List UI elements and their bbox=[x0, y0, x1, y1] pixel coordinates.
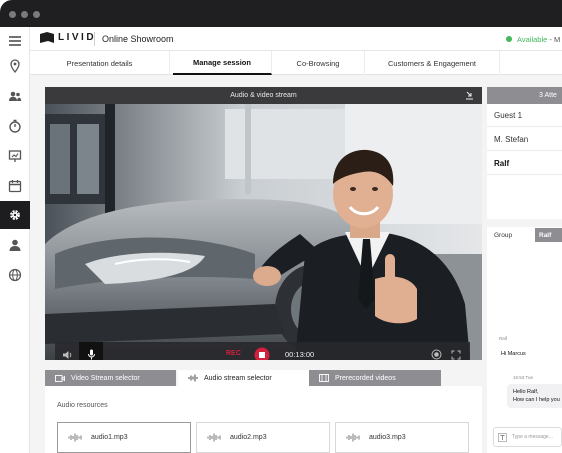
sidebar-item-timer[interactable] bbox=[0, 112, 30, 140]
video-panel-header: Audio & video stream bbox=[45, 87, 482, 104]
app-title: Online Showroom bbox=[102, 34, 174, 44]
recording-label: REC bbox=[226, 350, 241, 357]
livid-logo-icon bbox=[40, 32, 54, 43]
speaker-icon bbox=[62, 350, 71, 359]
message-time: 16:53 Tue bbox=[513, 375, 534, 380]
gear-icon bbox=[10, 210, 20, 220]
audio-wave-icon bbox=[188, 374, 198, 382]
chat-message-input[interactable]: Type a message... bbox=[493, 427, 562, 447]
audio-file-card[interactable]: audio3.mp3 bbox=[335, 422, 469, 453]
tab-label: Prerecorded videos bbox=[335, 374, 396, 382]
audio-resources-title: Audio resources bbox=[57, 402, 108, 409]
tab-manage-session[interactable]: Manage session bbox=[173, 51, 272, 75]
chat-tabs: Group Ralf bbox=[487, 228, 562, 242]
audio-wave-icon bbox=[346, 433, 360, 442]
brand-logo[interactable]: LIVID bbox=[40, 32, 96, 43]
title-divider bbox=[94, 32, 95, 46]
status-user: - M bbox=[549, 35, 561, 44]
top-bar: LIVID Online Showroom Available - M bbox=[30, 27, 562, 51]
chat-tab-ralf[interactable]: Ralf bbox=[535, 228, 562, 242]
attendee-item[interactable]: M. Stefan bbox=[487, 128, 562, 151]
status-label: Available bbox=[517, 35, 548, 44]
chat-message-incoming: Hi Marcus bbox=[495, 346, 562, 362]
record-icon bbox=[431, 349, 441, 360]
video-stream[interactable]: REC 00:13:00 bbox=[45, 104, 482, 360]
video-controls: REC 00:13:00 bbox=[55, 342, 470, 360]
audio-file-name: audio2.mp3 bbox=[230, 434, 267, 441]
chat-message-outgoing: Hello Ralf, How can I help you bbox=[507, 384, 562, 408]
minimize-icon[interactable] bbox=[465, 91, 474, 100]
location-pin-icon bbox=[10, 59, 20, 73]
timer-icon bbox=[9, 119, 21, 133]
brand-name: LIVID bbox=[58, 32, 97, 43]
sidebar-item-presentations[interactable] bbox=[0, 142, 30, 170]
record-button[interactable] bbox=[428, 342, 444, 360]
menu-icon bbox=[9, 36, 21, 46]
message-line: Hello Ralf, bbox=[513, 389, 539, 395]
window-titlebar bbox=[0, 0, 562, 27]
recording-timer: 00:13:00 bbox=[285, 350, 315, 359]
video-panel: Audio & video stream REC 00:13:00 bbox=[45, 87, 482, 360]
sidebar-item-language[interactable] bbox=[0, 261, 30, 289]
microphone-icon bbox=[87, 349, 95, 360]
tab-presentation-details[interactable]: Presentation details bbox=[30, 51, 170, 75]
video-icon bbox=[55, 374, 65, 382]
video-frame-image bbox=[45, 104, 482, 360]
tab-audio-stream-selector[interactable]: Audio stream selector bbox=[178, 370, 309, 386]
attendee-item[interactable]: Guest 1 bbox=[487, 104, 562, 127]
tab-co-browsing[interactable]: Co-Browsing bbox=[272, 51, 365, 75]
tab-customers-engagement[interactable]: Customers & Engagement bbox=[365, 51, 500, 75]
audio-wave-icon bbox=[207, 433, 221, 442]
tab-video-stream-selector[interactable]: Video Stream selector bbox=[45, 370, 176, 386]
window-close-dot[interactable] bbox=[9, 11, 16, 18]
message-sender: Ralf bbox=[499, 336, 508, 341]
fullscreen-button[interactable] bbox=[448, 342, 464, 360]
text-format-icon bbox=[498, 432, 507, 442]
video-panel-title: Audio & video stream bbox=[230, 92, 297, 99]
audio-wave-icon bbox=[68, 433, 82, 442]
panel-divider bbox=[487, 219, 562, 227]
availability-status[interactable]: Available - M bbox=[506, 35, 560, 44]
status-dot-icon bbox=[506, 36, 512, 42]
sidebar-item-profile[interactable] bbox=[0, 231, 30, 259]
main-tabs: Presentation details Manage session Co-B… bbox=[30, 51, 562, 75]
fullscreen-icon bbox=[451, 350, 461, 359]
user-icon bbox=[9, 239, 21, 251]
globe-icon bbox=[8, 268, 22, 282]
film-icon bbox=[319, 374, 329, 382]
tab-prerecorded-videos[interactable]: Prerecorded videos bbox=[309, 370, 441, 386]
window-maximize-dot[interactable] bbox=[33, 11, 40, 18]
sidebar-item-calendar[interactable] bbox=[0, 172, 30, 200]
chat-tab-group[interactable]: Group bbox=[487, 228, 535, 242]
attendees-header: 3 Atte bbox=[487, 87, 562, 104]
stop-recording-button[interactable] bbox=[253, 342, 271, 360]
attendee-item[interactable]: Ralf bbox=[487, 152, 562, 175]
audio-file-card[interactable]: audio1.mp3 bbox=[57, 422, 191, 453]
sidebar bbox=[0, 27, 30, 453]
calendar-icon bbox=[8, 180, 22, 193]
presentation-icon bbox=[8, 150, 22, 162]
audio-resources-panel: Audio resources audio1.mp3 audio2.mp3 au… bbox=[45, 386, 482, 453]
audio-file-card[interactable]: audio2.mp3 bbox=[196, 422, 330, 453]
sidebar-item-locations[interactable] bbox=[0, 52, 30, 80]
stop-record-icon bbox=[254, 347, 270, 360]
audio-file-name: audio3.mp3 bbox=[369, 434, 406, 441]
sidebar-menu-button[interactable] bbox=[0, 27, 30, 55]
sidebar-item-users[interactable] bbox=[0, 82, 30, 110]
tab-label: Video Stream selector bbox=[71, 374, 140, 382]
microphone-button[interactable] bbox=[79, 342, 103, 360]
stream-selector-tabs: Video Stream selector Audio stream selec… bbox=[45, 370, 482, 386]
speaker-button[interactable] bbox=[55, 342, 79, 360]
window-minimize-dot[interactable] bbox=[21, 11, 28, 18]
audio-file-name: audio1.mp3 bbox=[91, 434, 128, 441]
attendees-panel: 3 Atte Guest 1 M. Stefan Ralf Group Ralf… bbox=[487, 87, 562, 453]
tab-label: Audio stream selector bbox=[204, 374, 272, 382]
chat-input-placeholder: Type a message... bbox=[512, 434, 553, 440]
message-line: How can I help you bbox=[513, 397, 560, 403]
sidebar-item-settings[interactable] bbox=[0, 201, 30, 229]
users-icon bbox=[9, 91, 22, 101]
